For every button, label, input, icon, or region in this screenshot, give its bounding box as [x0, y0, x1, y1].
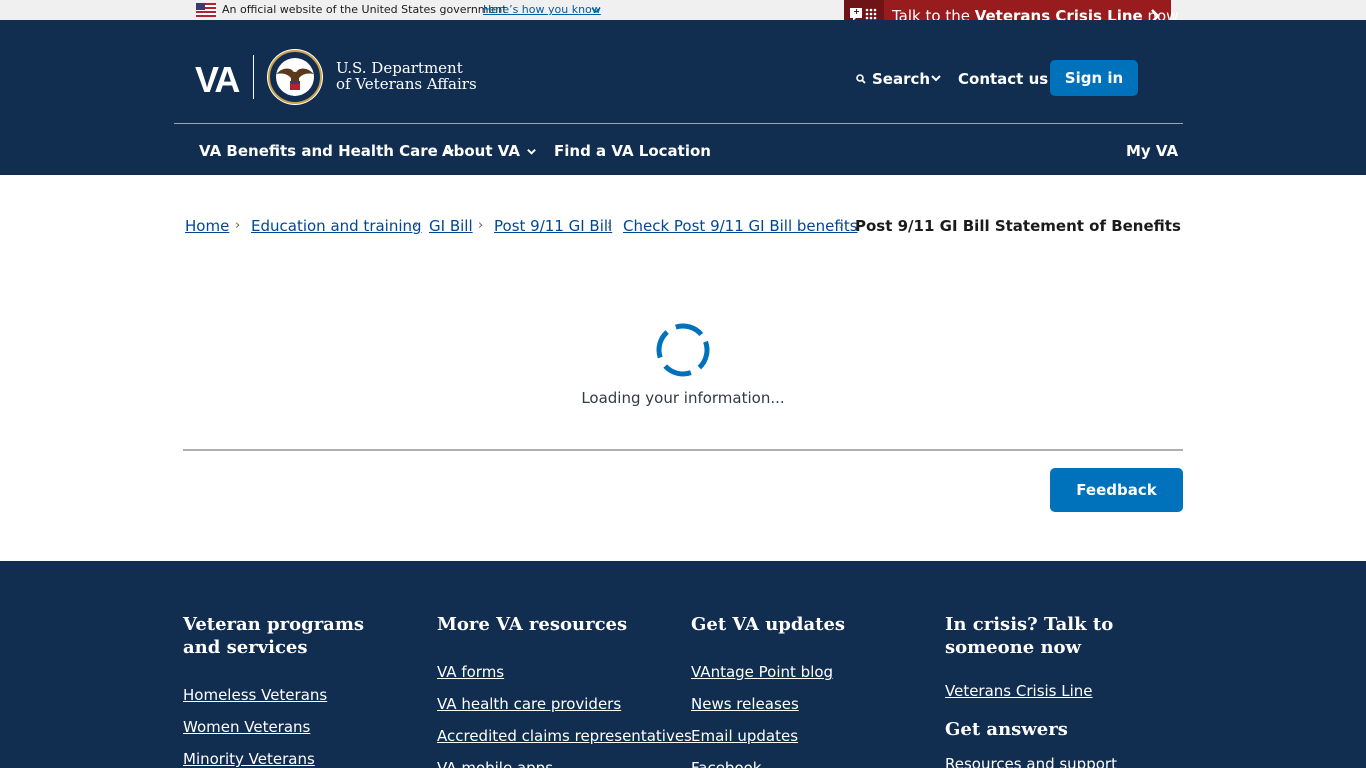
footer-link[interactable]: News releases: [691, 694, 799, 714]
breadcrumb-separator: ›: [478, 218, 484, 233]
loading-spinner-icon: [656, 323, 710, 377]
footer-link[interactable]: VAntage Point blog: [691, 662, 833, 682]
footer-heading: More VA resources: [437, 614, 628, 635]
footer-column-resources: More VA resources VA forms VA health car…: [437, 613, 692, 768]
chevron-down-icon[interactable]: [930, 72, 942, 84]
site-footer: Veteran programs and services Homeless V…: [0, 561, 1366, 768]
breadcrumb-education[interactable]: Education and training: [251, 216, 422, 236]
sign-in-button[interactable]: Sign in: [1050, 60, 1138, 96]
footer-link[interactable]: VA forms: [437, 662, 504, 682]
nav-find-location-link[interactable]: Find a VA Location: [554, 142, 711, 160]
footer-link[interactable]: Facebook: [691, 758, 761, 768]
footer-link[interactable]: Women Veterans: [183, 717, 310, 737]
heres-how-you-know-link[interactable]: Here’s how you know: [483, 3, 601, 17]
breadcrumb-gi-bill[interactable]: GI Bill: [429, 216, 473, 236]
footer-column-programs: Veteran programs and services Homeless V…: [183, 613, 403, 768]
breadcrumb-separator: ›: [839, 218, 845, 233]
department-name: U.S. Department of Veterans Affairs: [336, 59, 477, 93]
search-button[interactable]: Search: [856, 69, 930, 89]
breadcrumb-separator: ›: [413, 218, 419, 233]
official-site-text: An official website of the United States…: [222, 3, 507, 16]
footer-column-crisis: In crisis? Talk to someone now Veterans …: [945, 613, 1183, 768]
footer-link[interactable]: Homeless Veterans: [183, 685, 327, 705]
breadcrumb-current: Post 9/11 GI Bill Statement of Benefits: [855, 217, 1181, 235]
feedback-button[interactable]: Feedback: [1050, 468, 1183, 512]
us-flag-icon: [196, 3, 216, 17]
footer-link[interactable]: Veterans Crisis Line: [945, 681, 1093, 701]
breadcrumb-separator: ›: [235, 218, 241, 233]
nav-my-va-link[interactable]: My VA: [1126, 142, 1178, 160]
footer-link[interactable]: Minority Veterans: [183, 749, 315, 768]
footer-column-updates: Get VA updates VAntage Point blog News r…: [691, 613, 911, 768]
breadcrumb-post-911[interactable]: Post 9/11 GI Bill: [494, 216, 612, 236]
footer-link[interactable]: Accredited claims representatives: [437, 726, 692, 746]
content-divider: [183, 449, 1183, 451]
va-seal-icon: [267, 49, 323, 105]
footer-heading: Veteran programs and services: [183, 614, 365, 658]
nav-about-va-menu[interactable]: About VA: [442, 142, 537, 160]
nav-benefits-menu[interactable]: VA Benefits and Health Care: [199, 142, 455, 160]
search-label: Search: [872, 70, 931, 88]
chevron-down-icon: [527, 148, 536, 155]
footer-heading: Get VA updates: [691, 614, 846, 635]
contact-us-link[interactable]: Contact us: [958, 69, 1048, 89]
site-header: VA U.S. Department of Veterans Affairs S…: [0, 20, 1366, 175]
chevron-down-icon[interactable]: [590, 4, 602, 16]
breadcrumb-check-benefits[interactable]: Check Post 9/11 GI Bill benefits: [623, 216, 858, 236]
footer-link[interactable]: Resources and support: [945, 754, 1117, 768]
loading-message: Loading your information...: [581, 389, 785, 407]
footer-heading: In crisis? Talk to someone now: [945, 614, 1114, 658]
footer-link[interactable]: VA mobile apps: [437, 758, 553, 768]
footer-link[interactable]: Email updates: [691, 726, 798, 746]
search-icon: [856, 74, 866, 84]
footer-link[interactable]: VA health care providers: [437, 694, 621, 714]
header-divider: [174, 123, 1183, 124]
va-logo[interactable]: VA: [195, 60, 240, 100]
breadcrumb-home[interactable]: Home: [185, 216, 229, 236]
logo-divider: [253, 55, 254, 99]
footer-heading: Get answers: [945, 719, 1068, 740]
breadcrumb-separator: ›: [607, 218, 613, 233]
